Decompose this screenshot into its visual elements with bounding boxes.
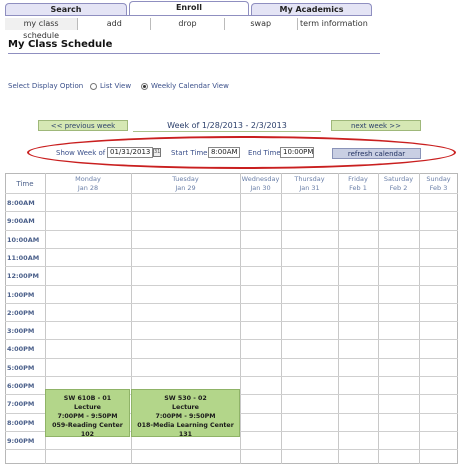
day-header-wednesday: Wednesday Jan 30 bbox=[241, 175, 280, 192]
time-column-header: Time bbox=[16, 180, 34, 188]
grid-row-line bbox=[5, 230, 458, 231]
subtab-bar: my class schedule add drop swap term inf… bbox=[5, 18, 370, 40]
page-title: My Class Schedule bbox=[8, 39, 113, 50]
time-label: 8:00PM bbox=[7, 419, 35, 427]
time-label: 8:00AM bbox=[7, 199, 35, 207]
time-label: 3:00PM bbox=[7, 327, 35, 335]
grid-row-line bbox=[5, 266, 458, 267]
day-header-saturday: Saturday Feb 2 bbox=[383, 175, 414, 192]
weekly-view-label: Weekly Calendar View bbox=[151, 82, 229, 90]
event-type: Lecture bbox=[172, 404, 199, 411]
next-week-button[interactable]: next week >> bbox=[331, 120, 421, 131]
tab-my-academics[interactable]: My Academics bbox=[251, 3, 372, 15]
day-header-thursday: Thursday Jan 31 bbox=[294, 175, 325, 192]
grid-row-line bbox=[5, 211, 458, 212]
grid-row-line bbox=[5, 248, 458, 249]
grid-row-line bbox=[5, 339, 458, 340]
grid-row-line bbox=[5, 321, 458, 322]
title-divider bbox=[8, 53, 380, 54]
time-label: 12:00PM bbox=[7, 272, 39, 280]
grid-column-line bbox=[419, 173, 420, 464]
weekly-view-radio[interactable] bbox=[141, 82, 148, 90]
event-room: 059-Reading Center 102 bbox=[52, 422, 123, 438]
time-label: 10:00AM bbox=[7, 236, 40, 244]
event-course: SW 530 - 02 bbox=[164, 395, 207, 402]
event-time: 7:00PM - 9:50PM bbox=[57, 413, 118, 420]
list-view-option[interactable]: List View bbox=[90, 82, 131, 90]
highlight-ellipse bbox=[27, 136, 456, 169]
subtab-add[interactable]: add bbox=[78, 18, 152, 30]
event-type: Lecture bbox=[74, 404, 101, 411]
display-option-label: Select Display Option bbox=[8, 82, 84, 90]
subtab-term-information[interactable]: term information bbox=[298, 18, 370, 30]
time-label: 5:00PM bbox=[7, 364, 35, 372]
grid-column-line bbox=[281, 173, 282, 464]
subtab-my-class-schedule[interactable]: my class schedule bbox=[5, 18, 79, 40]
event-course: SW 610B - 01 bbox=[63, 395, 112, 402]
list-view-label: List View bbox=[100, 82, 132, 90]
time-label: 6:00PM bbox=[7, 382, 35, 390]
grid-row-line bbox=[5, 449, 458, 450]
list-view-radio[interactable] bbox=[90, 82, 97, 90]
grid-row-line bbox=[5, 358, 458, 359]
grid-column-line bbox=[338, 173, 339, 464]
time-label: 2:00PM bbox=[7, 309, 35, 317]
time-label: 9:00PM bbox=[7, 437, 35, 445]
day-header-monday: Monday Jan 28 bbox=[75, 175, 101, 192]
current-week-label: Week of 1/28/2013 - 2/3/2013 bbox=[133, 120, 321, 132]
day-header-sunday: Sunday Feb 3 bbox=[426, 175, 451, 192]
time-label: 4:00PM bbox=[7, 345, 35, 353]
grid-row-line bbox=[5, 376, 458, 377]
previous-week-button[interactable]: << previous week bbox=[38, 120, 128, 131]
subtab-swap[interactable]: swap bbox=[225, 18, 298, 30]
event-sw610b[interactable]: SW 610B - 01 Lecture 7:00PM - 9:50PM 059… bbox=[45, 389, 130, 438]
tab-divider bbox=[5, 15, 372, 16]
day-header-tuesday: Tuesday Jan 29 bbox=[172, 175, 199, 192]
grid-header-line bbox=[5, 193, 458, 194]
grid-column-line bbox=[378, 173, 379, 464]
event-time: 7:00PM - 9:50PM bbox=[155, 413, 216, 420]
event-sw530[interactable]: SW 530 - 02 Lecture 7:00PM - 9:50PM 018-… bbox=[131, 389, 240, 438]
time-label: 11:00AM bbox=[7, 254, 40, 262]
time-label: 1:00PM bbox=[7, 291, 35, 299]
grid-row-line bbox=[5, 285, 458, 286]
weekly-view-option[interactable]: Weekly Calendar View bbox=[141, 82, 229, 90]
day-header-friday: Friday Feb 1 bbox=[348, 175, 368, 192]
event-room: 018-Media Learning Center 131 bbox=[137, 422, 234, 438]
subtab-drop[interactable]: drop bbox=[151, 18, 225, 30]
tab-enroll[interactable]: Enroll bbox=[129, 1, 249, 16]
time-label: 9:00AM bbox=[7, 217, 35, 225]
time-label: 7:00PM bbox=[7, 400, 35, 408]
grid-column-line bbox=[240, 173, 241, 464]
tab-search[interactable]: Search bbox=[5, 3, 127, 15]
grid-row-line bbox=[5, 303, 458, 304]
